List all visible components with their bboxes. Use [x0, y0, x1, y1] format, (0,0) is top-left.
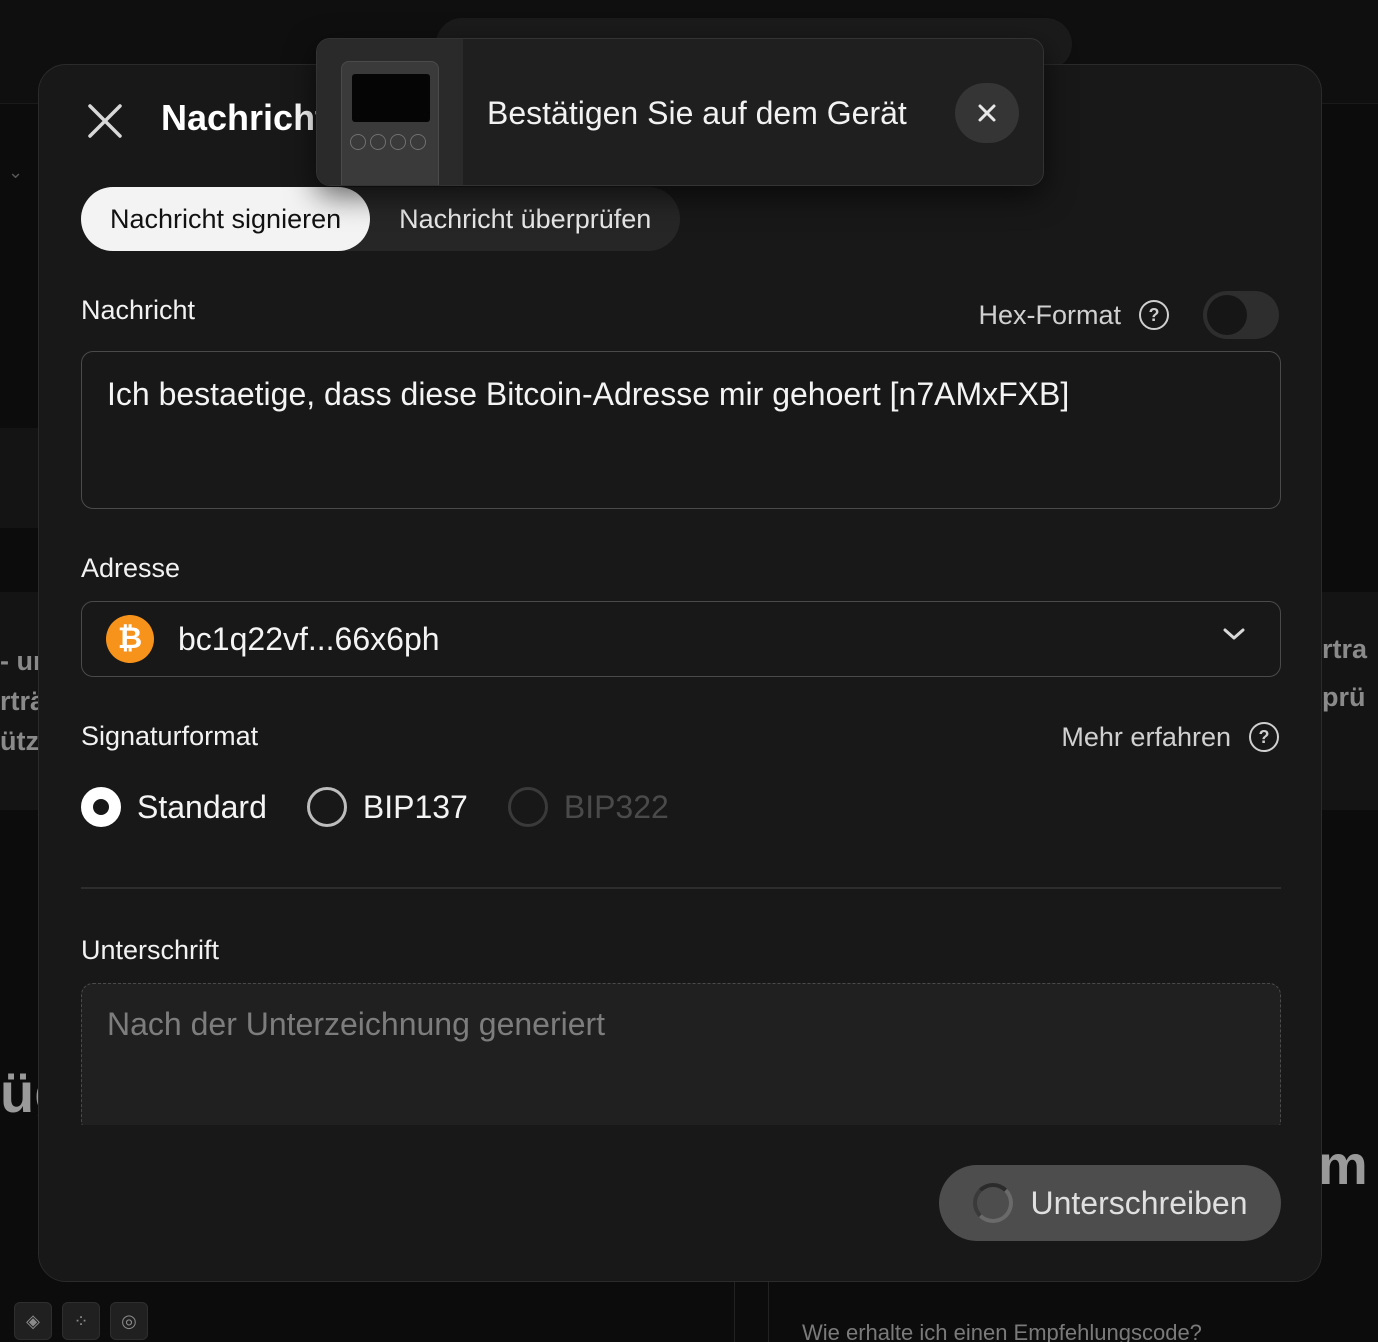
- device-button-icon: [390, 134, 406, 150]
- radio-bip322: BIP322: [507, 787, 669, 827]
- radio-label: Standard: [137, 788, 267, 825]
- device-body: [341, 61, 439, 185]
- tab-verify-message[interactable]: Nachricht überprüfen: [370, 187, 680, 251]
- hardware-wallet-icon: [317, 39, 463, 185]
- background-heading: m: [1318, 1133, 1368, 1196]
- chevron-down-icon: ⌄: [8, 162, 24, 182]
- mode-tabs: Nachricht signieren Nachricht überprüfen: [81, 187, 681, 251]
- sign-button-label: Unterschreiben: [1030, 1184, 1248, 1221]
- hex-format-row: Hex-Format ?: [978, 291, 1279, 339]
- close-icon[interactable]: [83, 99, 127, 143]
- sign-message-dialog: Nachricht Nachricht signieren Nachricht …: [38, 64, 1322, 1282]
- device-confirm-toast: Bestätigen Sie auf dem Gerät: [316, 38, 1044, 186]
- spinner-icon: [972, 1183, 1013, 1223]
- background-faq-question[interactable]: Wie erhalte ich einen Empfehlungscode?: [802, 1320, 1202, 1342]
- signature-format-label: Signaturformat: [81, 721, 259, 751]
- hex-format-label: Hex-Format: [978, 299, 1121, 330]
- radio-circle: [507, 787, 548, 827]
- address-value: bc1q22vf...66x6ph: [178, 620, 440, 657]
- learn-more-link[interactable]: Mehr erfahren: [1061, 722, 1231, 753]
- signature-format-options: Standard BIP137 BIP322: [81, 787, 709, 827]
- message-input[interactable]: Ich bestaetige, dass diese Bitcoin-Adres…: [81, 351, 1281, 509]
- sign-button[interactable]: Unterschreiben: [939, 1165, 1281, 1241]
- background-panel: [0, 428, 40, 528]
- close-icon[interactable]: [955, 83, 1019, 143]
- help-icon[interactable]: ?: [1139, 300, 1169, 330]
- message-label: Nachricht: [81, 295, 196, 325]
- background-text: prü: [1322, 682, 1366, 712]
- toggle-knob: [1207, 295, 1247, 335]
- signature-output: Nach der Unterzeichnung generiert: [81, 983, 1281, 1133]
- radio-label: BIP322: [563, 788, 669, 825]
- diamond-icon[interactable]: ◈: [14, 1302, 52, 1340]
- background-divider: [734, 1282, 735, 1342]
- dialog-title: Nachricht: [161, 97, 328, 138]
- radio-label: BIP137: [362, 788, 468, 825]
- radio-bip137[interactable]: BIP137: [306, 787, 468, 827]
- background-icon-row: ◈ ⁘ ◎: [14, 1302, 148, 1340]
- radio-standard[interactable]: Standard: [81, 787, 267, 827]
- help-icon[interactable]: ?: [1249, 722, 1279, 752]
- radio-circle: [306, 787, 347, 827]
- radio-circle: [81, 787, 121, 827]
- background-text: rtra: [1322, 634, 1368, 664]
- address-label: Adresse: [81, 553, 181, 583]
- device-button-icon: [410, 134, 426, 150]
- grid-icon[interactable]: ⁘: [62, 1302, 100, 1340]
- tab-sign-message[interactable]: Nachricht signieren: [81, 187, 371, 251]
- device-screen: [352, 74, 430, 122]
- signature-label: Unterschrift: [81, 935, 220, 965]
- toast-message: Bestätigen Sie auf dem Gerät: [487, 95, 907, 131]
- background-text: - ur: [0, 646, 44, 676]
- device-button-icon: [370, 134, 386, 150]
- section-divider: [81, 887, 1281, 889]
- chevron-down-icon: [1222, 626, 1246, 647]
- hex-format-toggle[interactable]: [1203, 291, 1279, 339]
- device-button-icon: [350, 134, 366, 150]
- learn-more-row: Mehr erfahren ?: [1061, 719, 1279, 755]
- background-divider: [768, 1282, 769, 1342]
- bitcoin-icon: ₿: [106, 615, 154, 663]
- circle-icon[interactable]: ◎: [110, 1302, 148, 1340]
- address-select[interactable]: ₿ bc1q22vf...66x6ph: [81, 601, 1281, 677]
- device-buttons: [350, 134, 426, 150]
